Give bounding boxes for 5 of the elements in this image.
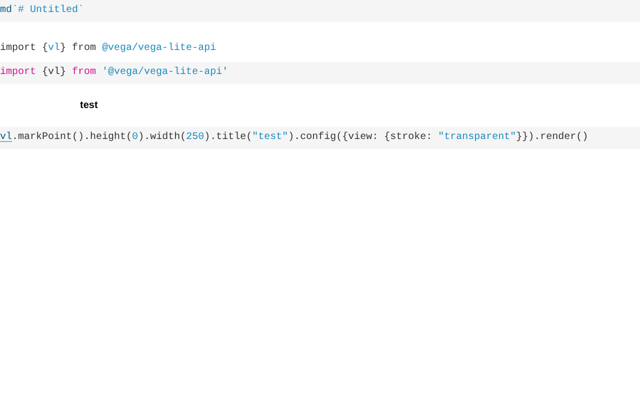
code-line[interactable]: md`# Untitled`	[0, 5, 84, 17]
cell-output: import {vl} from @vega/vega-lite-api	[0, 43, 216, 55]
code-line[interactable]: vl.markPoint().height(0).width(250).title("test").config({view: {stroke: "transparent"}}).render()	[0, 132, 588, 144]
code-line[interactable]: import {vl} from '@vega/vega-lite-api'	[0, 67, 228, 79]
chart-title: test	[80, 99, 98, 113]
